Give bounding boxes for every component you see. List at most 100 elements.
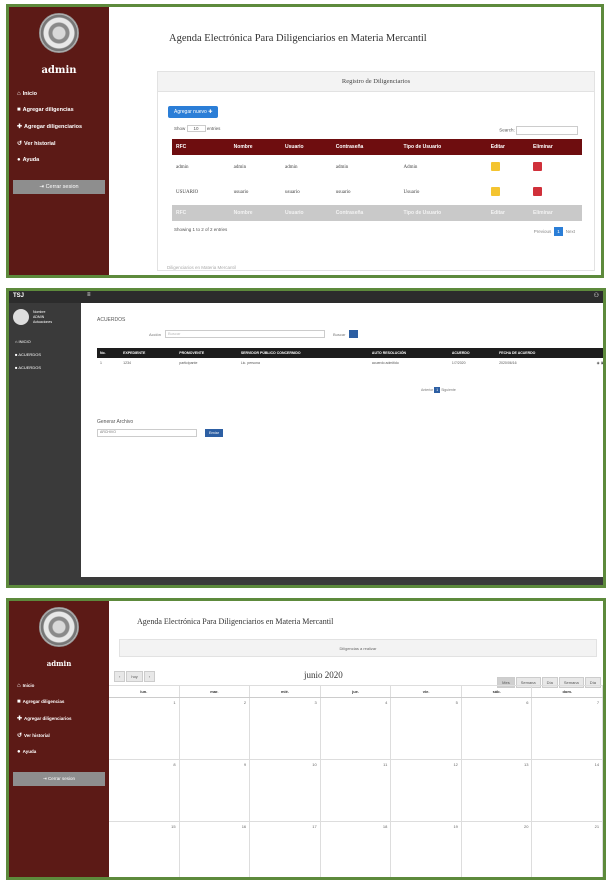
pagination: Previous 1 Next (531, 227, 578, 236)
calendar-week: 1 2 3 4 5 6 7 (109, 698, 603, 760)
delete-icon[interactable] (533, 187, 543, 196)
search-input[interactable]: Buscar (165, 330, 326, 338)
book-icon: ■ (17, 107, 21, 113)
search-button[interactable]: Buscar (333, 332, 345, 337)
col-nombre[interactable]: Nombre (229, 139, 281, 155)
file-select[interactable]: ARCHIVO (97, 429, 197, 437)
footer-bar (81, 577, 603, 585)
sidebar-item-acuerdos[interactable]: ■ ACUERDOS (9, 348, 81, 361)
table-row: USUARIO usuario usuario usuario Usuario (172, 180, 582, 205)
calendar-day[interactable]: 21 (532, 822, 603, 877)
entries-length: Show 10 entries (174, 125, 221, 132)
sidebar-item-inicio[interactable]: ⌂ INICIO (9, 335, 81, 348)
view-icon[interactable]: ◉ (597, 361, 600, 365)
info-icon: ● (17, 749, 21, 755)
sidebar-item-agregar-diligencias[interactable]: ■ Agregar diligencias (9, 102, 109, 118)
calendar-day[interactable]: 15 (109, 822, 180, 877)
calendar-day[interactable]: 16 (180, 822, 251, 877)
page-title: Agenda Electrónica Para Diligenciarios e… (137, 617, 334, 626)
acuerdos-table: No. EXPEDIENTE PROMOVENTE SERVIDOR PÚBLI… (97, 348, 604, 368)
sidebar-item-ayuda[interactable]: ● Ayuda (9, 152, 109, 168)
add-icon[interactable] (349, 330, 359, 338)
sidebar-item-ver-historial[interactable]: ↺ Ver historial (9, 727, 109, 744)
calendar-day[interactable]: 14 (532, 760, 603, 821)
prev-button[interactable]: Previous (531, 227, 555, 236)
table-row: 1 1234 participante Lic. persona acuerdo… (100, 361, 604, 365)
page-button[interactable]: 1 (554, 227, 563, 236)
next-icon[interactable]: › (143, 671, 156, 682)
col-editar[interactable]: Editar (486, 139, 530, 155)
calendar-day[interactable]: 17 (250, 822, 321, 877)
avatar (13, 309, 29, 325)
calendar-day[interactable]: 13 (462, 760, 533, 821)
col-contrasena[interactable]: Contraseña (331, 139, 400, 155)
calendar-day[interactable]: 12 (391, 760, 462, 821)
print-icon[interactable]: ▣ (601, 361, 603, 365)
search-input[interactable] (516, 126, 578, 135)
delete-icon[interactable] (533, 162, 543, 171)
calendar-day[interactable]: 8 (109, 760, 180, 821)
card-title: Registro de Diligenciarios (158, 72, 594, 92)
send-button[interactable]: Enviar (205, 429, 223, 437)
today-button[interactable]: hoy (126, 671, 143, 682)
calendar-day[interactable]: 7 (532, 698, 603, 759)
user-icon[interactable]: ⚇ (594, 292, 599, 299)
sidebar-user: admin (46, 659, 72, 668)
sidebar-item-agregar-diligencias[interactable]: ■ Agregar diligencias (9, 694, 109, 710)
home-icon: ⌂ (17, 683, 21, 689)
menu-toggle-icon[interactable]: ≡ (87, 292, 91, 298)
sidebar-item-inicio[interactable]: ⌂ Inicio (9, 678, 109, 694)
prev-icon[interactable]: ‹ (114, 671, 126, 682)
calendar-day[interactable]: 10 (250, 760, 321, 821)
calendar-day[interactable]: 9 (180, 760, 251, 821)
calendar-week: 15 16 17 18 19 20 21 (109, 822, 603, 877)
sidebar-item-agregar-diligenciarios[interactable]: ✚ Agregar diligenciarios (9, 710, 109, 727)
calendar-day[interactable]: 2 (180, 698, 251, 759)
book-icon: ■ (17, 699, 21, 705)
calendar-nav: ‹ hoy › (113, 671, 156, 682)
col-rfc[interactable]: RFC (172, 139, 230, 155)
sidebar-user: admin (41, 65, 77, 76)
calendar-grid: lun. mar. mié. jue. vie. sáb. dom. 1 2 3… (109, 685, 603, 877)
top-bar: TSJ ≡ ⚇ (9, 291, 603, 303)
calendar-day[interactable]: 19 (391, 822, 462, 877)
sidebar-item-inicio[interactable]: ⌂ Inicio (9, 86, 109, 102)
history-icon: ↺ (17, 733, 23, 739)
calendar-day[interactable]: 11 (321, 760, 392, 821)
history-icon: ↺ (17, 141, 23, 147)
next-button[interactable]: Next (563, 227, 578, 236)
add-new-button[interactable]: Agregar nuevo ✚ (168, 106, 219, 118)
calendar-day[interactable]: 20 (462, 822, 533, 877)
calendar-day[interactable]: 1 (109, 698, 180, 759)
seal-logo (39, 13, 79, 53)
sidebar-item-ayuda[interactable]: ● Ayuda (9, 744, 109, 760)
edit-icon[interactable] (490, 162, 500, 171)
entries-select[interactable]: 10 (186, 125, 206, 132)
col-usuario[interactable]: Usuario (281, 139, 332, 155)
logout-button[interactable]: ⇥ Cerrar sesion (13, 180, 105, 194)
plus-icon: ✚ (208, 109, 213, 115)
user-plus-icon: ✚ (17, 716, 23, 722)
edit-icon[interactable] (490, 187, 500, 196)
col-tipo[interactable]: Tipo de Usuario (399, 139, 487, 155)
calendar-day[interactable]: 4 (321, 698, 392, 759)
panel-registro-diligenciarios: admin ⌂ Inicio ■ Agregar diligencias ✚ Agre… (6, 4, 604, 278)
calendar-day[interactable]: 5 (391, 698, 462, 759)
footer-text: Diligenciarios en Materia Mercantil (167, 265, 236, 270)
showing-info: Showing 1 to 2 of 2 entries (174, 227, 228, 232)
panel-acuerdos: TSJ ≡ ⚇ Nombre ADMIN Actuaciones ⌂ INICI… (6, 288, 606, 588)
diligenciarios-table: RFC Nombre Usuario Contraseña Tipo de Us… (172, 139, 582, 221)
table-row: admin admin admin admin Admin (172, 155, 582, 180)
sidebar: admin ⌂ Inicio ■ Agregar diligencias ✚ Agre… (9, 7, 109, 275)
calendar-day[interactable]: 3 (250, 698, 321, 759)
panel-calendario: admin ⌂ Inicio ■ Agregar diligencias ✚ Agre… (6, 598, 606, 880)
calendar-day[interactable]: 6 (462, 698, 533, 759)
sidebar-item-acuerdos-2[interactable]: ■ ACUERDOS (9, 361, 81, 374)
col-eliminar[interactable]: Eliminar (529, 139, 582, 155)
sidebar-item-ver-historial[interactable]: ↺ Ver historial (9, 135, 109, 152)
logout-button[interactable]: ⇥ Cerrar sesion (13, 772, 105, 786)
calendar-day[interactable]: 18 (321, 822, 392, 877)
page-title: Agenda Electrónica Para Diligenciarios e… (169, 33, 427, 44)
search-box: Search: (499, 126, 578, 135)
sidebar-item-agregar-diligenciarios[interactable]: ✚ Agregar diligenciarios (9, 118, 109, 135)
